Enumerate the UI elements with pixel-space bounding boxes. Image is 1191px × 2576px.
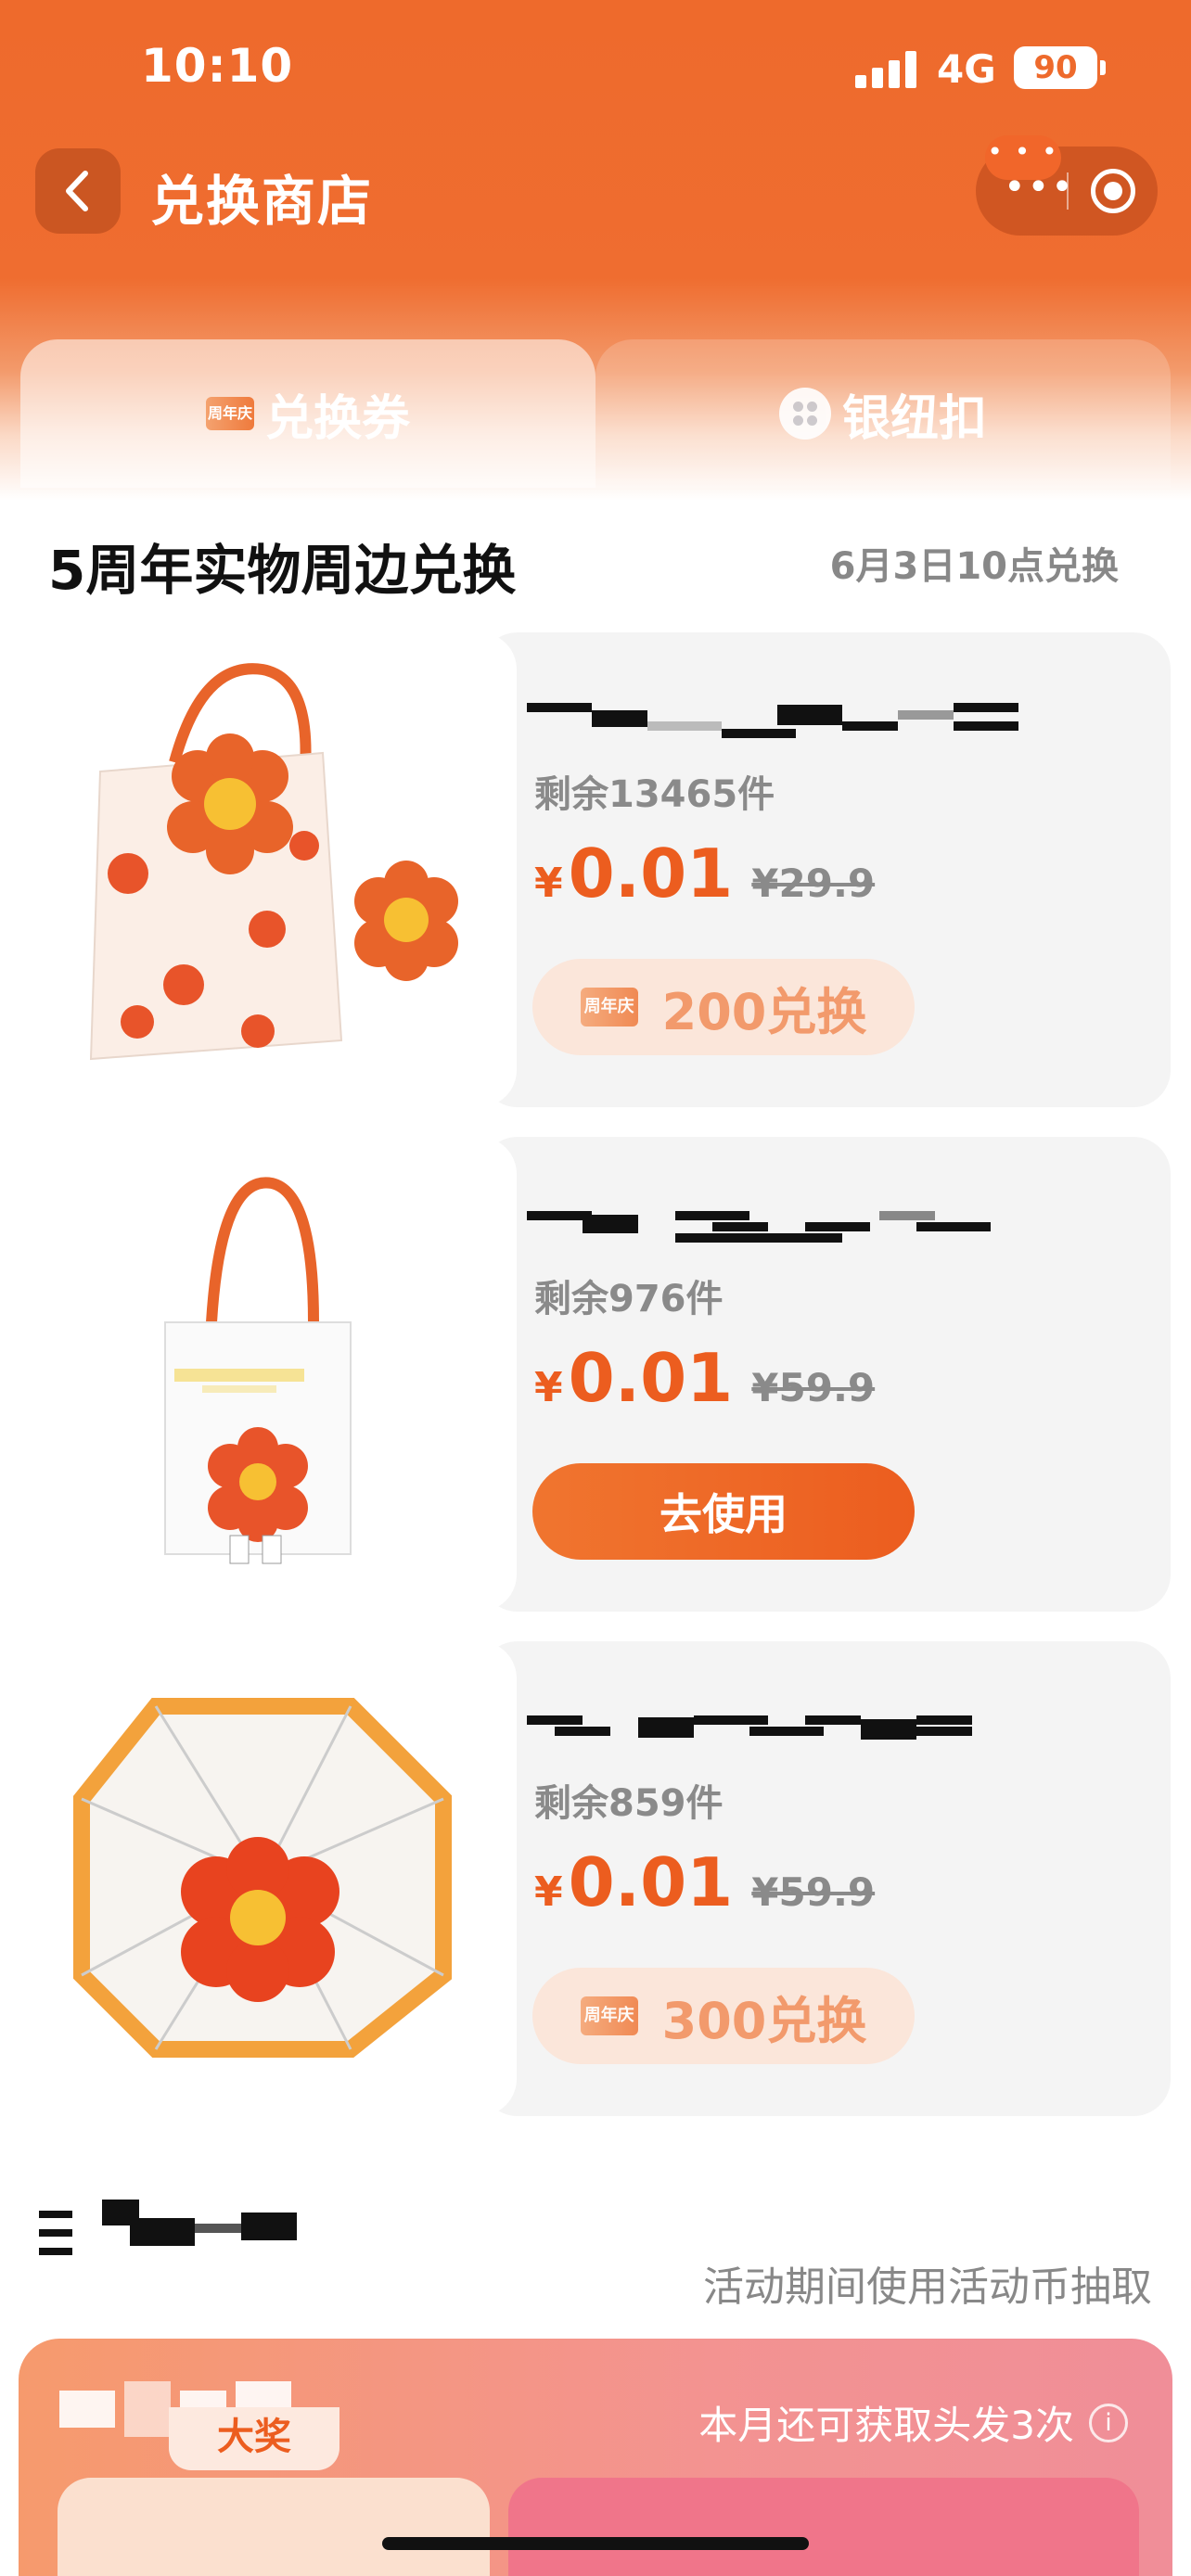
- original-price: ¥59.9: [751, 1869, 876, 1915]
- section-note: 6月3日10点兑换: [829, 545, 1119, 588]
- tab-label: 银纽扣: [841, 390, 987, 447]
- price: 0.01: [568, 1339, 734, 1417]
- price: 0.01: [568, 1843, 734, 1921]
- notification-badge: • • •: [985, 135, 1061, 180]
- info-icon[interactable]: i: [1089, 2403, 1128, 2442]
- tab-bar: 周年庆 兑换券 银纽扣: [20, 339, 1171, 488]
- battery-icon: 90: [1014, 46, 1106, 89]
- product-image: [35, 1137, 499, 1612]
- status-bar: 10:10 4G 90: [0, 0, 1191, 139]
- grand-prize-tag: 大奖: [169, 2407, 339, 2470]
- product-info: 剩余13465件 ¥ 0.01 ¥29.9 周年庆 200兑换: [480, 632, 1171, 1107]
- status-time: 10:10: [141, 39, 294, 93]
- back-button[interactable]: [35, 148, 121, 234]
- product-card[interactable]: 剩余976件 ¥ 0.01 ¥59.9 去使用: [35, 1137, 1171, 1612]
- capsule-divider: [1067, 172, 1069, 210]
- signal-icon: [855, 51, 920, 88]
- section-title-redacted: [102, 2200, 297, 2255]
- price-row: ¥ 0.01 ¥29.9: [534, 835, 875, 912]
- coupon-icon: 周年庆: [580, 1996, 638, 2035]
- tab-silver-button[interactable]: 银纽扣: [596, 339, 1171, 488]
- price-symbol: ¥: [534, 860, 563, 907]
- redeem-button[interactable]: 周年庆 200兑换: [532, 959, 915, 1055]
- close-miniapp-icon[interactable]: [1091, 169, 1135, 213]
- home-indicator: [382, 2537, 809, 2550]
- promo-note-text: 本月还可获取头发3次: [698, 2403, 1074, 2448]
- price-symbol: ¥: [534, 1364, 563, 1411]
- product-name-redacted: [527, 1706, 1028, 1751]
- tab-coupon[interactable]: 周年庆 兑换券: [20, 339, 596, 488]
- original-price: ¥29.9: [751, 861, 876, 906]
- product-card[interactable]: 剩余13465件 ¥ 0.01 ¥29.9 周年庆 200兑换: [35, 632, 1171, 1107]
- chevron-left-icon: [66, 171, 88, 211]
- price-symbol: ¥: [534, 1868, 563, 1916]
- page-title: 兑换商店: [150, 170, 374, 233]
- stock-count: 剩余976件: [534, 1278, 724, 1320]
- product-image: [35, 632, 499, 1107]
- grand-prize-card[interactable]: [58, 2478, 490, 2576]
- stock-count: 剩余859件: [534, 1782, 724, 1825]
- use-button[interactable]: 去使用: [532, 1463, 915, 1560]
- redeem-cost: 300兑换: [661, 1991, 867, 2050]
- section-note: 活动期间使用活动币抽取: [703, 2264, 1152, 2311]
- product-image: [35, 1641, 499, 2116]
- price: 0.01: [568, 835, 734, 912]
- product-info: 剩余976件 ¥ 0.01 ¥59.9 去使用: [480, 1137, 1171, 1612]
- product-name-redacted: [527, 697, 1028, 742]
- tab-label: 兑换券: [264, 390, 410, 447]
- redeem-cost: 200兑换: [661, 982, 867, 1041]
- price-row: ¥ 0.01 ¥59.9: [534, 1843, 875, 1921]
- section-title: 5周年实物周边兑换: [48, 539, 517, 602]
- price-row: ¥ 0.01 ¥59.9: [534, 1339, 875, 1417]
- prize-card[interactable]: [508, 2478, 1139, 2576]
- button-icon: [778, 388, 831, 440]
- promo-note: 本月还可获取头发3次 i: [698, 2394, 1128, 2451]
- original-price: ¥59.9: [751, 1365, 876, 1410]
- coupon-icon: 周年庆: [580, 988, 638, 1027]
- product-info: 剩余859件 ¥ 0.01 ¥59.9 周年庆 300兑换: [480, 1641, 1171, 2116]
- section-icon: [39, 2211, 72, 2255]
- stock-count: 剩余13465件: [534, 773, 775, 816]
- coupon-icon: 周年庆: [205, 397, 254, 430]
- network-label: 4G: [937, 46, 996, 92]
- product-card[interactable]: 剩余859件 ¥ 0.01 ¥59.9 周年庆 300兑换: [35, 1641, 1171, 2116]
- product-name-redacted: [527, 1202, 1028, 1246]
- redeem-button[interactable]: 周年庆 300兑换: [532, 1968, 915, 2064]
